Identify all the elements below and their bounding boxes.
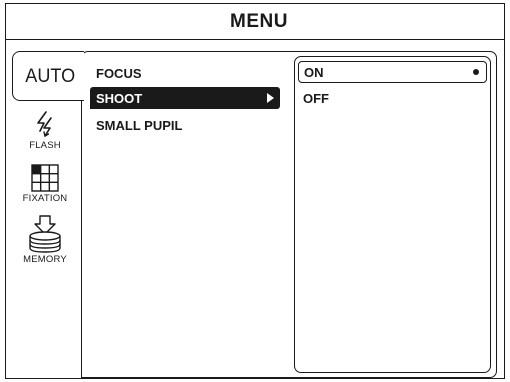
- menu-item-small-pupil-label: SMALL PUPIL: [96, 117, 183, 133]
- menu-item-focus-label: FOCUS: [96, 65, 142, 81]
- menu-title: MENU: [230, 10, 288, 32]
- tab-fixation-label: FIXATION: [22, 193, 68, 204]
- title-bar: MENU: [5, 3, 505, 40]
- tab-memory-label: MEMORY: [23, 254, 67, 265]
- tab-memory[interactable]: MEMORY: [12, 215, 78, 265]
- flash-icon: [37, 111, 52, 137]
- menu-item-shoot-label: SHOOT: [96, 90, 143, 106]
- option-off[interactable]: OFF: [298, 87, 487, 109]
- tab-auto-label: AUTO: [25, 66, 76, 87]
- memory-stack-icon: [29, 215, 61, 253]
- submenu-arrow-icon: [267, 93, 274, 103]
- menu-item-focus[interactable]: FOCUS: [90, 62, 142, 84]
- selected-dot-icon: [473, 69, 479, 75]
- menu-item-shoot[interactable]: SHOOT: [90, 87, 280, 109]
- tab-flash[interactable]: FLASH: [12, 109, 78, 151]
- tab-fixation[interactable]: FIXATION: [12, 164, 78, 204]
- option-on-label: ON: [304, 64, 324, 80]
- option-off-label: OFF: [303, 90, 329, 106]
- option-on[interactable]: ON: [298, 61, 487, 83]
- menu-item-small-pupil[interactable]: SMALL PUPIL: [90, 114, 182, 136]
- tab-auto[interactable]: AUTO: [12, 51, 84, 101]
- tab-flash-label: FLASH: [29, 140, 61, 151]
- grid-icon: [31, 164, 59, 192]
